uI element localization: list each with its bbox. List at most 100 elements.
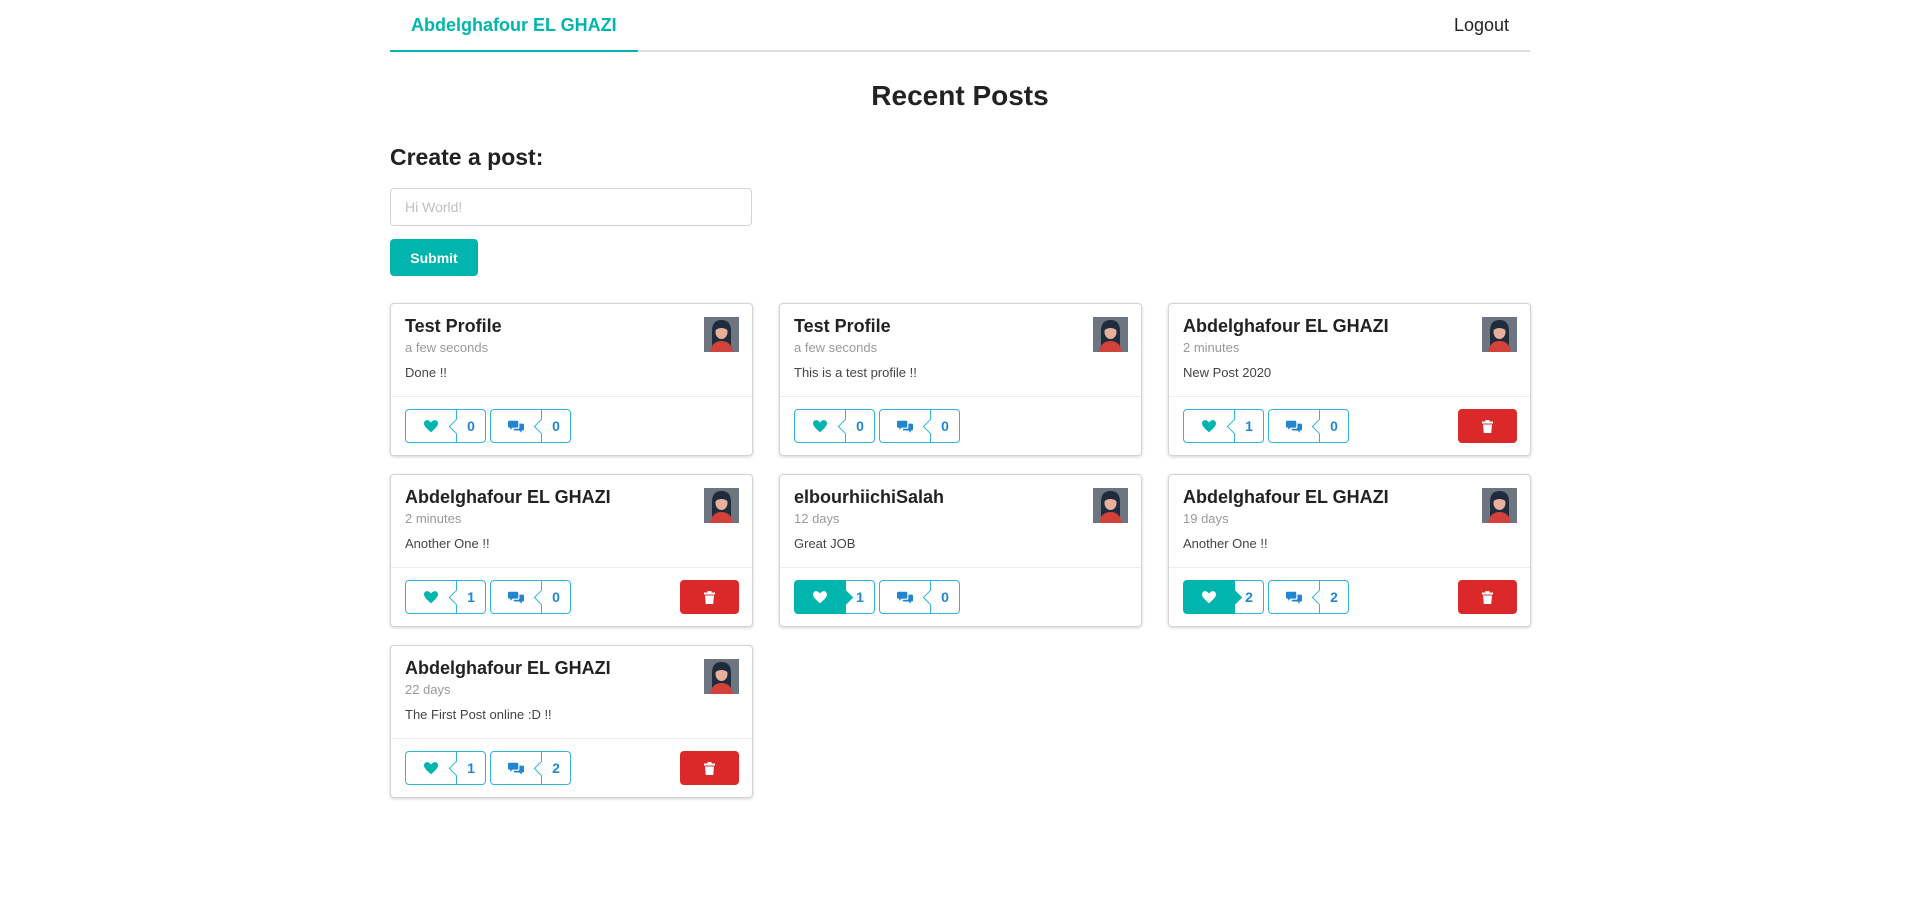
avatar (1482, 317, 1517, 352)
comment-button[interactable]: 2 (490, 751, 571, 785)
post-content: Abdelghafour EL GHAZI 19 days Another On… (1169, 475, 1530, 568)
comments-icon (1286, 591, 1302, 604)
heart-icon (424, 761, 438, 774)
post-time[interactable]: 2 minutes (405, 511, 738, 526)
like-button[interactable]: 0 (794, 409, 875, 443)
comment-count: 0 (931, 580, 960, 614)
comment-count: 2 (1320, 580, 1349, 614)
avatar (704, 317, 739, 352)
post-card: Test Profile a few seconds Done !! 0 0 (390, 303, 753, 456)
heart-icon (813, 590, 827, 603)
comments-icon (508, 420, 524, 433)
comment-count: 2 (542, 751, 571, 785)
like-count: 0 (846, 409, 875, 443)
post-body-input[interactable] (390, 188, 752, 226)
like-button[interactable]: 1 (1183, 409, 1264, 443)
like-count: 1 (1235, 409, 1264, 443)
like-button[interactable]: 1 (405, 751, 486, 785)
like-count: 1 (846, 580, 875, 614)
post-actions: 0 0 (391, 397, 752, 455)
post-body: Great JOB (794, 536, 856, 551)
like-button[interactable]: 1 (794, 580, 875, 614)
post-card: Test Profile a few seconds This is a tes… (779, 303, 1142, 456)
post-body: Done !! (405, 365, 447, 380)
logout-link[interactable]: Logout (1433, 0, 1530, 50)
comment-count: 0 (931, 409, 960, 443)
comment-count: 0 (1320, 409, 1349, 443)
post-content: Abdelghafour EL GHAZI 2 minutes Another … (391, 475, 752, 568)
post-actions: 1 0 (1169, 397, 1530, 455)
heart-icon (424, 419, 438, 432)
comments-icon (508, 762, 524, 775)
posts-grid: Test Profile a few seconds Done !! 0 0 T… (390, 303, 1531, 798)
like-button[interactable]: 2 (1183, 580, 1264, 614)
post-author[interactable]: elbourhiichiSalah (794, 487, 1127, 507)
like-count: 1 (457, 580, 486, 614)
delete-button[interactable] (1458, 580, 1517, 614)
post-actions: 1 0 (391, 568, 752, 626)
trash-icon (1482, 590, 1493, 604)
post-content: Test Profile a few seconds Done !! (391, 304, 752, 397)
post-card: Abdelghafour EL GHAZI 22 days The First … (390, 645, 753, 798)
post-body: New Post 2020 (1183, 365, 1272, 380)
comment-button[interactable]: 0 (1268, 409, 1349, 443)
avatar (704, 659, 739, 694)
comment-button[interactable]: 0 (490, 580, 571, 614)
avatar (1093, 488, 1128, 523)
trash-icon (704, 761, 715, 775)
submit-button[interactable]: Submit (390, 239, 478, 276)
comment-button[interactable]: 0 (879, 580, 960, 614)
trash-icon (704, 590, 715, 604)
heart-icon (424, 590, 438, 603)
post-author[interactable]: Abdelghafour EL GHAZI (1183, 316, 1516, 336)
post-time[interactable]: 19 days (1183, 511, 1516, 526)
create-post-heading: Create a post: (390, 144, 544, 170)
post-card: Abdelghafour EL GHAZI 2 minutes Another … (390, 474, 753, 627)
post-author[interactable]: Abdelghafour EL GHAZI (405, 658, 738, 678)
post-time[interactable]: a few seconds (405, 340, 738, 355)
post-body: Another One !! (405, 536, 490, 551)
top-menu: Abdelghafour EL GHAZI Logout (390, 0, 1530, 52)
like-count: 2 (1235, 580, 1264, 614)
comments-icon (897, 420, 913, 433)
post-body: This is a test profile !! (794, 365, 917, 380)
nav-user-name[interactable]: Abdelghafour EL GHAZI (390, 0, 638, 52)
comment-button[interactable]: 0 (490, 409, 571, 443)
post-time[interactable]: 22 days (405, 682, 738, 697)
like-count: 0 (457, 409, 486, 443)
trash-icon (1482, 419, 1493, 433)
like-button[interactable]: 0 (405, 409, 486, 443)
avatar (1093, 317, 1128, 352)
avatar (704, 488, 739, 523)
delete-button[interactable] (1458, 409, 1517, 443)
post-body: The First Post online :D !! (405, 707, 552, 722)
comment-button[interactable]: 0 (879, 409, 960, 443)
delete-button[interactable] (680, 580, 739, 614)
heart-icon (1202, 590, 1216, 603)
post-actions: 1 0 (780, 568, 1141, 626)
post-body: Another One !! (1183, 536, 1268, 551)
post-author[interactable]: Test Profile (794, 316, 1127, 336)
post-content: elbourhiichiSalah 12 days Great JOB (780, 475, 1141, 568)
comment-button[interactable]: 2 (1268, 580, 1349, 614)
comment-count: 0 (542, 580, 571, 614)
post-author[interactable]: Abdelghafour EL GHAZI (1183, 487, 1516, 507)
post-card: Abdelghafour EL GHAZI 19 days Another On… (1168, 474, 1531, 627)
post-time[interactable]: a few seconds (794, 340, 1127, 355)
page-title: Recent Posts (871, 80, 1049, 111)
post-author[interactable]: Abdelghafour EL GHAZI (405, 487, 738, 507)
post-content: Test Profile a few seconds This is a tes… (780, 304, 1141, 397)
comments-icon (1286, 420, 1302, 433)
like-button[interactable]: 1 (405, 580, 486, 614)
post-actions: 2 2 (1169, 568, 1530, 626)
avatar (1482, 488, 1517, 523)
post-time[interactable]: 12 days (794, 511, 1127, 526)
delete-button[interactable] (680, 751, 739, 785)
heart-icon (813, 419, 827, 432)
post-card: Abdelghafour EL GHAZI 2 minutes New Post… (1168, 303, 1531, 456)
post-time[interactable]: 2 minutes (1183, 340, 1516, 355)
post-actions: 0 0 (780, 397, 1141, 455)
post-author[interactable]: Test Profile (405, 316, 738, 336)
post-card: elbourhiichiSalah 12 days Great JOB 1 0 (779, 474, 1142, 627)
post-content: Abdelghafour EL GHAZI 2 minutes New Post… (1169, 304, 1530, 397)
